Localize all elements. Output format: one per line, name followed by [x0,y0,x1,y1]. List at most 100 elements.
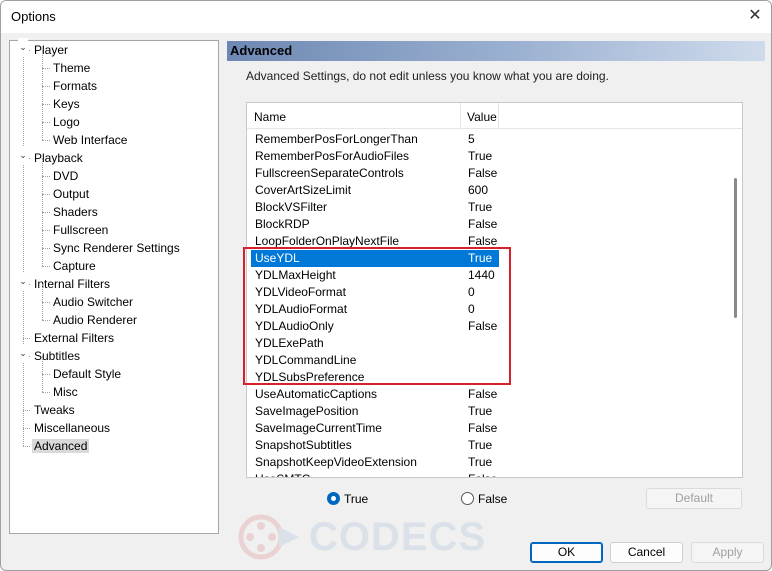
tree-connector [42,302,50,303]
tree-item-label: Advanced [32,439,90,453]
tree-item-advanced[interactable]: Advanced [32,437,90,455]
setting-row[interactable]: SaveImagePosition True [249,403,729,420]
apply-button[interactable]: Apply [691,542,764,563]
window-title: Options [11,9,56,24]
ok-button[interactable]: OK [530,542,603,563]
setting-row[interactable]: SnapshotSubtitles True [249,437,729,454]
tree-item-audio-switcher[interactable]: Audio Switcher [51,293,135,311]
tree-item-label: Keys [53,97,80,111]
radio-true-indicator [327,492,340,505]
tree-item-label: Tweaks [34,403,75,417]
tree-item-keys[interactable]: Keys [51,95,82,113]
tree-connector [42,176,50,177]
tree-connector [23,338,30,339]
section-header-band [227,41,765,61]
tree-item-shaders[interactable]: Shaders [51,203,100,221]
tree-item-misc[interactable]: Misc [51,383,80,401]
tree-item-output[interactable]: Output [51,185,91,203]
radio-false-label: False [478,492,508,506]
setting-row[interactable]: BlockRDP False [249,216,729,233]
watermark-text: CODECS [309,515,487,559]
setting-value: 600 [468,183,489,197]
setting-row[interactable]: SnapshotKeepVideoExtension True [249,454,729,471]
tree-item-label: Subtitles [34,349,81,363]
close-icon[interactable]: ✕ [745,7,765,27]
tree-connector [42,284,43,320]
tree-item-tweaks[interactable]: Tweaks [32,401,77,419]
setting-name: UseAutomaticCaptions [255,387,378,401]
setting-name: CoverArtSizeLimit [255,183,352,197]
tree-item-label: Audio Switcher [53,295,134,309]
tree-item-playback[interactable]: Playback [32,149,85,167]
tree-item-sync-renderer-settings[interactable]: Sync Renderer Settings [51,239,182,257]
tree-item-miscellaneous[interactable]: Miscellaneous [32,419,112,437]
tree-connector [42,320,50,321]
tree-item-subtitles[interactable]: Subtitles [32,347,82,365]
tree-item-label: Capture [53,259,96,273]
tree-item-label: Web Interface [53,133,128,147]
tree-item-label: Shaders [53,205,98,219]
tree-connector [23,428,30,429]
setting-row[interactable]: SaveImageCurrentTime False [249,420,729,437]
setting-row[interactable]: UseAutomaticCaptions False [249,386,729,403]
setting-value: True [468,149,493,163]
tree-connector [42,86,50,87]
tree-item-logo[interactable]: Logo [51,113,82,131]
column-header-value[interactable]: Value [461,103,499,129]
tree-item-capture[interactable]: Capture [51,257,98,275]
tree-item-fullscreen[interactable]: Fullscreen [51,221,110,239]
section-title: Advanced [230,43,293,58]
tree-item-label: External Filters [34,331,115,345]
setting-name: SnapshotKeepVideoExtension [255,455,417,469]
setting-row[interactable]: FullscreenSeparateControls False [249,165,729,182]
tree-item-label: Logo [53,115,80,129]
tree-connector [42,392,50,393]
radio-false-indicator [461,492,474,505]
cancel-button[interactable]: Cancel [610,542,683,563]
tree-connector [42,212,50,213]
chevron-down-icon[interactable]: ⌄ [18,38,28,56]
setting-row[interactable]: BlockVSFilter True [249,199,729,216]
list-scrollbar[interactable] [731,130,741,476]
setting-value: False [468,471,497,477]
tree-item-dvd[interactable]: DVD [51,167,80,185]
default-button[interactable]: Default [646,488,742,509]
tree-item-default-style[interactable]: Default Style [51,365,123,383]
setting-value: False [468,387,498,401]
setting-row[interactable]: UseSMTC False [249,471,729,477]
setting-value: False [468,217,498,231]
setting-value: True [468,455,493,469]
setting-row[interactable]: RememberPosForLongerThan 5 [249,131,729,148]
setting-row[interactable]: CoverArtSizeLimit 600 [249,182,729,199]
film-reel-icon [238,514,299,560]
chevron-down-icon[interactable]: ⌄ [18,272,28,290]
radio-true-label: True [344,492,369,506]
tree-item-player[interactable]: Player [32,41,70,59]
tree-item-web-interface[interactable]: Web Interface [51,131,129,149]
tree-item-label: Audio Renderer [53,313,138,327]
tree-item-formats[interactable]: Formats [51,77,99,95]
column-header-name[interactable]: Name [247,103,461,129]
options-dialog: Options ✕ ⌄ Player Theme Formats Keys Logo Web… [0,0,772,571]
setting-name: SaveImagePosition [255,404,359,418]
tree-item-audio-renderer[interactable]: Audio Renderer [51,311,139,329]
setting-row[interactable]: RememberPosForAudioFiles True [249,148,729,165]
tree-item-label: Playback [34,151,83,165]
section-description: Advanced Settings, do not edit unless yo… [246,69,609,83]
tree-item-external-filters[interactable]: External Filters [32,329,116,347]
scrollbar-thumb[interactable] [734,178,737,318]
setting-name: SnapshotSubtitles [255,438,352,452]
setting-value: True [468,200,493,214]
chevron-down-icon[interactable]: ⌄ [18,146,28,164]
tree-connector [23,410,30,411]
category-tree[interactable]: ⌄ Player Theme Formats Keys Logo Web Interface… [9,38,219,534]
tree-connector [23,446,30,447]
setting-value: 5 [468,132,475,146]
tree-item-internal-filters[interactable]: Internal Filters [32,275,112,293]
tree-item-label: Internal Filters [34,277,111,291]
setting-name: UseSMTC [255,471,310,477]
chevron-down-icon[interactable]: ⌄ [18,344,28,362]
tree-connector [42,194,50,195]
tree-item-label: Default Style [53,367,122,381]
tree-item-theme[interactable]: Theme [51,59,92,77]
